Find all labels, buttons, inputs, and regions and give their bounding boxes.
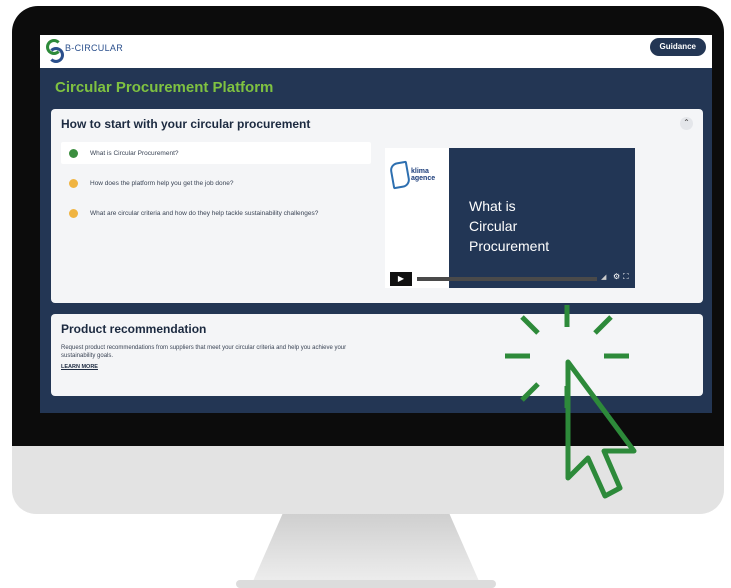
learn-more-link[interactable]: LEARN MORE xyxy=(61,364,98,370)
step-item[interactable]: How does the platform help you get the j… xyxy=(61,172,371,194)
b-circular-logo[interactable]: B-CIRCULAR xyxy=(46,37,124,63)
step-label: How does the platform help you get the j… xyxy=(90,179,234,187)
step-number-icon xyxy=(69,208,78,218)
video-controls: ▶ ◢ ⚙ ⛶ xyxy=(385,272,635,286)
settings-gear-icon[interactable]: ⚙ xyxy=(613,272,620,281)
klima-agence-logo: klima agence xyxy=(388,160,436,190)
logo-text: B-CIRCULAR xyxy=(65,43,124,53)
click-cursor-icon xyxy=(505,305,637,499)
monitor: B-CIRCULAR Guidance Circular Procurement… xyxy=(0,0,731,588)
video-title-line: What is xyxy=(469,198,516,214)
step-number-icon xyxy=(69,178,78,188)
klima-brand-line: klima xyxy=(411,168,429,175)
video-progress-track[interactable] xyxy=(417,277,597,281)
agence-brand-line: agence xyxy=(411,175,436,182)
video-title-line: Procurement xyxy=(469,238,550,254)
top-bar: B-CIRCULAR Guidance xyxy=(40,35,712,68)
steps-list: What is Circular Procurement? How does t… xyxy=(61,142,371,232)
start-card: How to start with your circular procurem… xyxy=(51,109,703,303)
volume-icon[interactable]: ◢ xyxy=(601,273,606,281)
recommendation-title: Product recommendation xyxy=(61,322,207,336)
video-title-panel: What is Circular Procurement xyxy=(449,148,635,288)
klima-logo-icon xyxy=(388,160,412,190)
monitor-stand xyxy=(250,514,482,588)
collapse-chevron-icon[interactable]: ⌃ xyxy=(680,117,693,130)
video-player[interactable]: klima agence What is Circular Procuremen… xyxy=(385,148,635,288)
step-item[interactable]: What are circular criteria and how do th… xyxy=(61,202,371,224)
guidance-button[interactable]: Guidance xyxy=(649,38,706,56)
recommendation-description: Request product recommendations from sup… xyxy=(61,345,347,359)
stand-base xyxy=(236,580,496,588)
play-icon[interactable]: ▶ xyxy=(390,272,412,286)
start-card-title: How to start with your circular procurem… xyxy=(61,117,311,131)
step-label: What are circular criteria and how do th… xyxy=(90,209,319,217)
step-label: What is Circular Procurement? xyxy=(90,149,179,157)
step-item[interactable]: What is Circular Procurement? xyxy=(61,142,371,164)
page-title: Circular Procurement Platform xyxy=(55,79,274,96)
step-number-icon xyxy=(69,148,78,158)
video-title-line: Circular xyxy=(469,218,518,234)
logo-icon xyxy=(46,37,64,63)
fullscreen-icon[interactable]: ⛶ xyxy=(623,272,629,282)
